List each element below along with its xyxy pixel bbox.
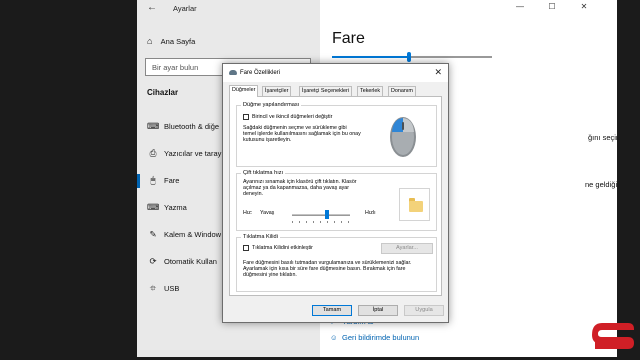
partial-setting-text: ne geldiğimde kaydır — [585, 180, 617, 189]
dialog-title: Fare Özellikleri — [240, 70, 281, 76]
click-lock-checkbox[interactable] — [243, 245, 249, 251]
printer-icon: ⎙ — [149, 148, 157, 158]
switch-buttons-label: Birincil ve ikincil düğmeleri değiştir — [252, 114, 333, 120]
partial-setting-text: ğını seçin — [588, 133, 617, 142]
dialog-close-icon[interactable]: ✕ — [434, 67, 442, 78]
search-placeholder: Bir ayar bulun — [152, 63, 199, 72]
tab-wheel[interactable]: Tekerlek — [357, 86, 384, 96]
feedback-link[interactable]: ☺ Geri bildirimde bulunun — [330, 333, 419, 342]
fast-label: Hızlı — [365, 210, 376, 216]
feedback-icon: ☺ — [330, 333, 338, 342]
double-click-speed-slider[interactable] — [292, 210, 350, 219]
click-lock-settings-button[interactable]: Ayarlar... — [381, 243, 433, 254]
slider-tick — [313, 221, 314, 223]
sidebar-item-label: Yazıcılar ve taray — [164, 149, 222, 158]
app-title: Ayarlar — [173, 4, 197, 13]
sidebar-item-label: USB — [164, 284, 180, 293]
settings-titlebar: ← Ayarlar — ☐ ✕ — [137, 0, 617, 18]
speed-label: Hız: — [243, 210, 253, 216]
page-title: Fare — [332, 30, 365, 47]
slider-tick — [299, 221, 300, 223]
autoplay-icon: ⟳ — [149, 256, 157, 266]
slider-thumb[interactable] — [325, 210, 329, 219]
keyboard-icon: ⌨ — [147, 121, 160, 131]
back-arrow-icon[interactable]: ← — [147, 2, 157, 13]
group-title: Tıklatma Kilidi — [241, 234, 280, 240]
description-line: deneyin. — [243, 191, 264, 197]
sidebar-item-label: Yazma — [164, 203, 187, 212]
home-icon: ⌂ — [147, 36, 153, 46]
primary-slider[interactable] — [332, 52, 492, 62]
description-line: kutusunu işaretleyin. — [243, 137, 292, 143]
double-click-speed-group: Çift tıklatma hızı Ayarınızı sınamak içi… — [236, 170, 437, 231]
slider-tick — [292, 221, 293, 223]
apply-button[interactable]: Uygula — [404, 305, 444, 316]
slider-thumb[interactable] — [407, 52, 411, 62]
slider-tick — [320, 221, 321, 223]
section-header: Cihazlar — [147, 88, 179, 97]
group-title: Çift tıklatma hızı — [241, 170, 286, 176]
description-line: düğmesini yine tıklatın. — [243, 272, 297, 278]
maximize-button[interactable]: ☐ — [542, 2, 562, 11]
ok-button[interactable]: Tamam — [312, 305, 352, 316]
slider-tick — [348, 221, 349, 223]
slider-tick — [306, 221, 307, 223]
dialog-titlebar: Fare Özellikleri ✕ — [223, 64, 448, 82]
tab-panel-buttons: Düğme yapılandırması Birincil ve ikincil… — [229, 96, 442, 296]
mouse-icon: 🖱 — [150, 175, 156, 185]
slider-tick — [341, 221, 342, 223]
pen-icon: ✎ — [149, 229, 157, 239]
home-label: Ana Sayfa — [160, 37, 196, 46]
sidebar-item-label: Bluetooth & diğe — [164, 122, 220, 131]
home-nav[interactable]: ⌂ Ana Sayfa — [147, 36, 195, 46]
sidebar-item-label: Fare — [164, 176, 180, 185]
feedback-link-label: Geri bildirimde bulunun — [342, 333, 420, 342]
keyboard-icon: ⌨ — [147, 202, 160, 212]
cancel-button[interactable]: İptal — [358, 305, 398, 316]
click-lock-label: Tıklatma Kilidini etkinleştir — [252, 245, 313, 251]
tab-pointer-options[interactable]: İşaretçi Seçenekleri — [299, 86, 353, 96]
mouse-illustration-icon — [390, 117, 416, 157]
brand-logo-icon — [592, 323, 634, 349]
mouse-icon — [229, 70, 237, 75]
sidebar-item-label: Otomatik Kullan — [164, 257, 217, 266]
minimize-button[interactable]: — — [510, 2, 530, 11]
slider-fill — [332, 56, 409, 58]
sidebar-item-label: Kalem & Window — [164, 230, 222, 239]
tab-buttons[interactable]: Düğmeler — [229, 85, 259, 97]
button-config-group: Düğme yapılandırması Birincil ve ikincil… — [236, 102, 437, 167]
folder-body — [409, 201, 423, 212]
test-folder[interactable] — [399, 188, 430, 221]
tab-pointers[interactable]: İşaretçiler — [262, 86, 292, 96]
switch-buttons-checkbox[interactable] — [243, 114, 249, 120]
close-button[interactable]: ✕ — [574, 2, 594, 11]
click-lock-group: Tıklatma Kilidi Tıklatma Kilidini etkinl… — [236, 234, 437, 292]
usb-icon: ⯐ — [149, 283, 157, 293]
mouse-properties-dialog: Fare Özellikleri ✕ Düğmeler İşaretçiler … — [222, 63, 449, 323]
tab-hardware[interactable]: Donanım — [388, 86, 416, 96]
slider-tick — [327, 221, 328, 223]
group-title: Düğme yapılandırması — [241, 102, 302, 108]
slider-tick — [334, 221, 335, 223]
slow-label: Yavaş — [260, 210, 275, 216]
